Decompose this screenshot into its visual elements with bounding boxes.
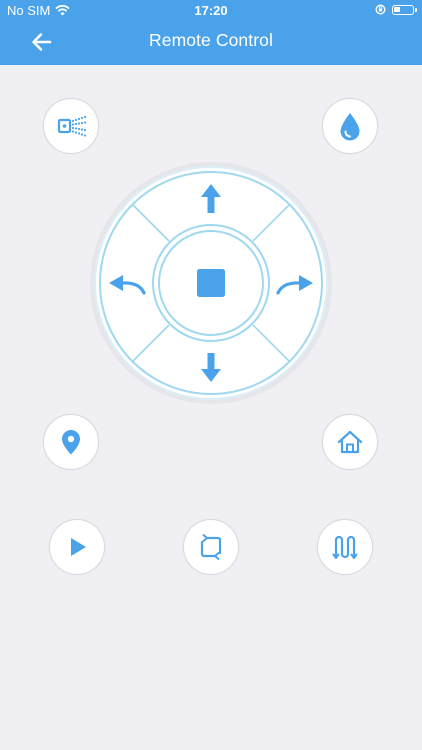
locate-button[interactable]: [43, 414, 99, 470]
forward-button[interactable]: [171, 174, 251, 228]
arrow-down-icon: [201, 353, 221, 382]
stop-icon: [197, 269, 225, 297]
zigzag-cleaning-icon: [332, 535, 358, 559]
home-icon: [337, 430, 363, 454]
turn-right-button[interactable]: [266, 243, 320, 323]
stop-button[interactable]: [167, 239, 255, 327]
page-title: Remote Control: [149, 30, 273, 50]
edge-cleaning-icon: [200, 534, 222, 560]
arrow-up-icon: [201, 184, 221, 213]
orientation-lock-icon: [375, 4, 386, 15]
location-pin-icon: [62, 430, 80, 455]
direction-pad: [90, 162, 332, 404]
status-time: 17:20: [194, 3, 228, 18]
turn-left-icon: [109, 275, 146, 295]
spray-button[interactable]: [43, 98, 99, 154]
water-level-button[interactable]: [322, 98, 378, 154]
play-icon: [71, 538, 86, 556]
status-bar: No SIM 17:20: [0, 0, 422, 22]
home-button[interactable]: [322, 414, 378, 470]
spray-icon: [57, 115, 87, 137]
edge-cleaning-button[interactable]: [183, 519, 239, 575]
header-bar: No SIM 17:20 Remote Control: [0, 0, 422, 65]
play-button[interactable]: [49, 519, 105, 575]
backward-button[interactable]: [171, 338, 251, 392]
battery-icon: [392, 4, 417, 15]
zigzag-cleaning-button[interactable]: [317, 519, 373, 575]
turn-right-icon: [276, 275, 313, 295]
status-right: [375, 4, 417, 15]
turn-left-button[interactable]: [102, 243, 156, 323]
water-drop-icon: [340, 113, 360, 141]
